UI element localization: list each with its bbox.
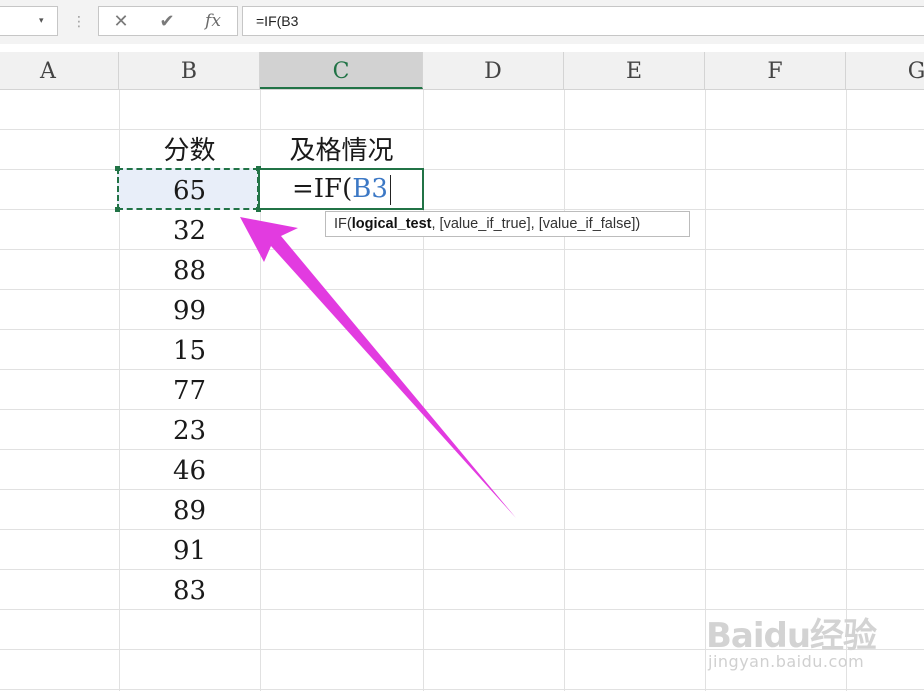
formula-bar: ▾ ⋮ ✕ ✔ fx =IF(B3 (0, 0, 924, 44)
column-header-c[interactable]: C (260, 52, 423, 89)
cancel-button[interactable]: ✕ (101, 7, 141, 35)
cell-b11[interactable]: 89 (119, 491, 260, 531)
edit-formula-prefix: =IF( (292, 174, 353, 204)
tooltip-function-name: IF( (334, 216, 352, 232)
cell-b2[interactable]: 分数 (119, 131, 260, 171)
cell-b10[interactable]: 46 (119, 451, 260, 491)
cell-c2[interactable]: 及格情况 (260, 131, 423, 171)
column-header-e[interactable]: E (564, 52, 705, 89)
cell-b8[interactable]: 77 (119, 371, 260, 411)
tooltip-active-argument[interactable]: logical_test (352, 216, 432, 232)
grid-line (0, 129, 924, 130)
column-header-b[interactable]: B (119, 52, 260, 89)
text-caret (389, 175, 391, 205)
cell-b3[interactable]: 65 (119, 171, 260, 211)
cell-b9[interactable]: 23 (119, 411, 260, 451)
cell-b4[interactable]: 32 (119, 211, 260, 251)
name-box[interactable]: ▾ (0, 6, 58, 36)
cell-b5[interactable]: 88 (119, 251, 260, 291)
insert-function-button[interactable]: fx (193, 7, 233, 35)
watermark-url: jingyan.baidu.com (708, 652, 865, 671)
column-header-g[interactable]: G (846, 52, 924, 89)
cell-b13[interactable]: 83 (119, 571, 260, 611)
cell-b7[interactable]: 15 (119, 331, 260, 371)
cell-b6[interactable]: 99 (119, 291, 260, 331)
baidu-jingyan-watermark: Baidu经验 jingyan.baidu.com (706, 590, 921, 688)
cell-b12[interactable]: 91 (119, 531, 260, 571)
edit-cell-reference: B3 (352, 174, 388, 204)
function-tooltip[interactable]: IF(logical_test, [value_if_true], [value… (325, 211, 690, 237)
column-header-a[interactable]: A (0, 52, 119, 89)
column-headers: A B C D E F G (0, 52, 924, 90)
formula-input[interactable]: =IF(B3 (242, 6, 924, 36)
enter-button[interactable]: ✔ (147, 7, 187, 35)
column-header-d[interactable]: D (423, 52, 564, 89)
column-header-f[interactable]: F (705, 52, 846, 89)
drag-handle-icon[interactable]: ⋮ (72, 12, 86, 32)
tooltip-other-arguments[interactable]: , [value_if_true], [value_if_false]) (432, 216, 641, 232)
grid-line (0, 689, 924, 690)
chevron-down-icon[interactable]: ▾ (39, 16, 44, 26)
formula-buttons: ✕ ✔ fx (98, 6, 238, 36)
cell-edit-text[interactable]: =IF(B3 (292, 168, 391, 210)
watermark-logo: Baidu经验 (706, 616, 877, 656)
grid-line (564, 90, 565, 691)
